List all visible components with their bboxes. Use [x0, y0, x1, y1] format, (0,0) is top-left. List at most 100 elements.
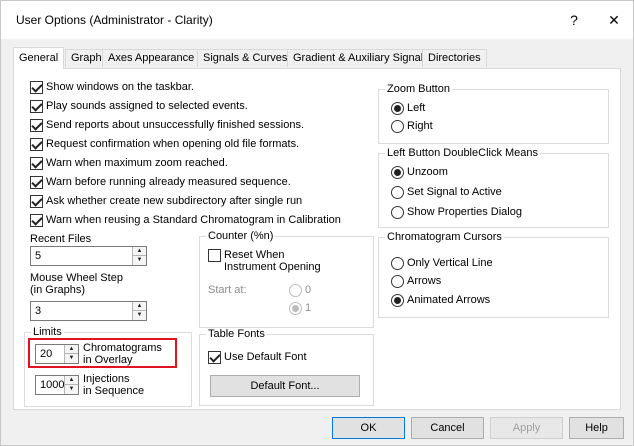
recent-files-value: 5 [35, 250, 42, 262]
warn-max-zoom-checkbox[interactable]: Warn when maximum zoom reached. [30, 155, 228, 171]
zoom-button-group: Zoom Button Left Right [378, 83, 609, 144]
tab-general[interactable]: General [13, 47, 65, 69]
checkbox-label: Warn when reusing a Standard Chromatogra… [46, 214, 341, 226]
play-sounds-checkbox[interactable]: Play sounds assigned to selected events. [30, 98, 248, 114]
radio-circle[interactable] [289, 283, 302, 297]
checkbox-label: Play sounds assigned to selected events. [46, 100, 248, 112]
spin-up-icon[interactable]: ▲ [65, 376, 78, 385]
radio-circle[interactable] [289, 301, 302, 315]
injections-sequence-spinbox[interactable]: 1000 ▲ ▼ [35, 375, 79, 395]
tab-directories[interactable]: Directories [422, 49, 487, 67]
radio-circle[interactable] [391, 274, 404, 288]
only-vertical-line-radio[interactable]: Only Vertical Line [391, 255, 493, 271]
injections-label: Injections [83, 373, 130, 385]
cancel-button[interactable]: Cancel [411, 417, 484, 439]
zoom-right-radio[interactable]: Right [391, 118, 433, 134]
mouse-wheel-step-label: Mouse Wheel Step [30, 272, 123, 284]
ask-subdirectory-checkbox[interactable]: Ask whether create new subdirectory afte… [30, 193, 302, 209]
unzoom-radio[interactable]: Unzoom [391, 164, 448, 180]
radio-circle[interactable] [391, 256, 404, 270]
checkbox-label: Use Default Font [224, 351, 307, 363]
spinner-arrows[interactable]: ▲ ▼ [132, 302, 146, 320]
arrows-radio[interactable]: Arrows [391, 273, 441, 289]
help-icon[interactable]: ? [561, 7, 587, 33]
checkbox-box[interactable] [30, 194, 43, 208]
use-default-font-checkbox[interactable]: Use Default Font [208, 349, 307, 365]
checkbox-box[interactable] [30, 118, 43, 132]
animated-arrows-radio[interactable]: Animated Arrows [391, 292, 490, 308]
table-fonts-group-title: Table Fonts [206, 328, 267, 340]
start-at-label: Start at: [208, 284, 247, 296]
radio-circle[interactable] [391, 293, 404, 307]
checkbox-label: Reset When [224, 249, 285, 261]
recent-files-spinbox[interactable]: 5 ▲ ▼ [30, 246, 147, 266]
apply-button[interactable]: Apply [490, 417, 563, 439]
warn-reusing-standard-checkbox[interactable]: Warn when reusing a Standard Chromatogra… [30, 212, 341, 228]
send-reports-checkbox[interactable]: Send reports about unsuccessfully finish… [30, 117, 304, 133]
injections-sequence-value: 1000 [40, 379, 65, 391]
show-properties-dialog-radio[interactable]: Show Properties Dialog [391, 204, 522, 220]
close-icon[interactable]: ✕ [601, 7, 627, 33]
checkbox-box[interactable] [30, 99, 43, 113]
radio-circle[interactable] [391, 165, 404, 179]
checkbox-label: Warn when maximum zoom reached. [46, 157, 228, 169]
in-sequence-label: in Sequence [83, 385, 145, 397]
checkbox-box[interactable] [30, 156, 43, 170]
spinner-arrows[interactable]: ▲ ▼ [64, 376, 78, 394]
help-button[interactable]: Help [569, 417, 624, 439]
highlight-box [28, 338, 177, 368]
reset-when-sublabel: Instrument Opening [224, 261, 321, 273]
counter-group-title: Counter (%n) [206, 230, 276, 242]
title-bar: User Options (Administrator - Clarity) ?… [1, 1, 633, 39]
ok-button[interactable]: OK [332, 417, 405, 439]
start-at-0-radio[interactable]: 0 [289, 282, 311, 298]
checkbox-box[interactable] [30, 175, 43, 189]
radio-circle[interactable] [391, 119, 404, 133]
radio-label: Only Vertical Line [407, 257, 493, 269]
start-at-1-radio[interactable]: 1 [289, 300, 311, 316]
mouse-wheel-step-sublabel: (in Graphs) [30, 284, 86, 296]
checkbox-box[interactable] [30, 213, 43, 227]
radio-label: 0 [305, 284, 312, 296]
radio-circle[interactable] [391, 101, 404, 115]
spin-up-icon[interactable]: ▲ [133, 302, 146, 311]
left-doubleclick-group: Left Button DoubleClick Means Unzoom Set… [378, 147, 609, 228]
spin-down-icon[interactable]: ▼ [133, 311, 146, 320]
zoom-button-group-title: Zoom Button [385, 83, 452, 95]
radio-circle[interactable] [391, 185, 404, 199]
spin-up-icon[interactable]: ▲ [133, 247, 146, 256]
checkbox-label: Send reports about unsuccessfully finish… [46, 119, 305, 131]
show-windows-taskbar-checkbox[interactable]: Show windows on the taskbar. [30, 79, 194, 95]
recent-files-label: Recent Files [30, 233, 92, 245]
user-options-dialog: User Options (Administrator - Clarity) ?… [0, 0, 634, 446]
radio-circle[interactable] [391, 205, 404, 219]
table-fonts-group: Table Fonts Use Default Font Default Fon… [199, 328, 374, 406]
zoom-left-radio[interactable]: Left [391, 100, 425, 116]
chromatogram-cursors-group: Chromatogram Cursors Only Vertical Line … [378, 231, 609, 318]
checkbox-box[interactable] [208, 350, 221, 364]
checkbox-label: Ask whether create new subdirectory afte… [46, 195, 303, 207]
radio-label: Arrows [407, 275, 442, 287]
radio-label: Animated Arrows [407, 294, 491, 306]
checkbox-box[interactable] [208, 248, 221, 262]
tab-gradient-auxiliary-signals[interactable]: Gradient & Auxiliary Signals [287, 49, 435, 67]
set-signal-active-radio[interactable]: Set Signal to Active [391, 184, 502, 200]
window-title: User Options (Administrator - Clarity) [16, 13, 213, 27]
tab-signals-curves[interactable]: Signals & Curves [197, 49, 294, 67]
checkbox-label: Warn before running already measured seq… [46, 176, 291, 188]
spin-down-icon[interactable]: ▼ [65, 385, 78, 394]
radio-label: Show Properties Dialog [407, 206, 522, 218]
chromatogram-cursors-group-title: Chromatogram Cursors [385, 231, 504, 243]
counter-group: Counter (%n) Reset When Instrument Openi… [199, 230, 374, 328]
request-confirmation-checkbox[interactable]: Request confirmation when opening old fi… [30, 136, 299, 152]
default-font-button[interactable]: Default Font... [210, 375, 360, 397]
radio-label: Set Signal to Active [407, 186, 502, 198]
checkbox-label: Show windows on the taskbar. [46, 81, 194, 93]
warn-measured-sequence-checkbox[interactable]: Warn before running already measured seq… [30, 174, 291, 190]
checkbox-box[interactable] [30, 137, 43, 151]
spin-down-icon[interactable]: ▼ [133, 256, 146, 265]
tab-axes-appearance[interactable]: Axes Appearance [102, 49, 201, 67]
spinner-arrows[interactable]: ▲ ▼ [132, 247, 146, 265]
mouse-wheel-step-spinbox[interactable]: 3 ▲ ▼ [30, 301, 147, 321]
checkbox-box[interactable] [30, 80, 43, 94]
